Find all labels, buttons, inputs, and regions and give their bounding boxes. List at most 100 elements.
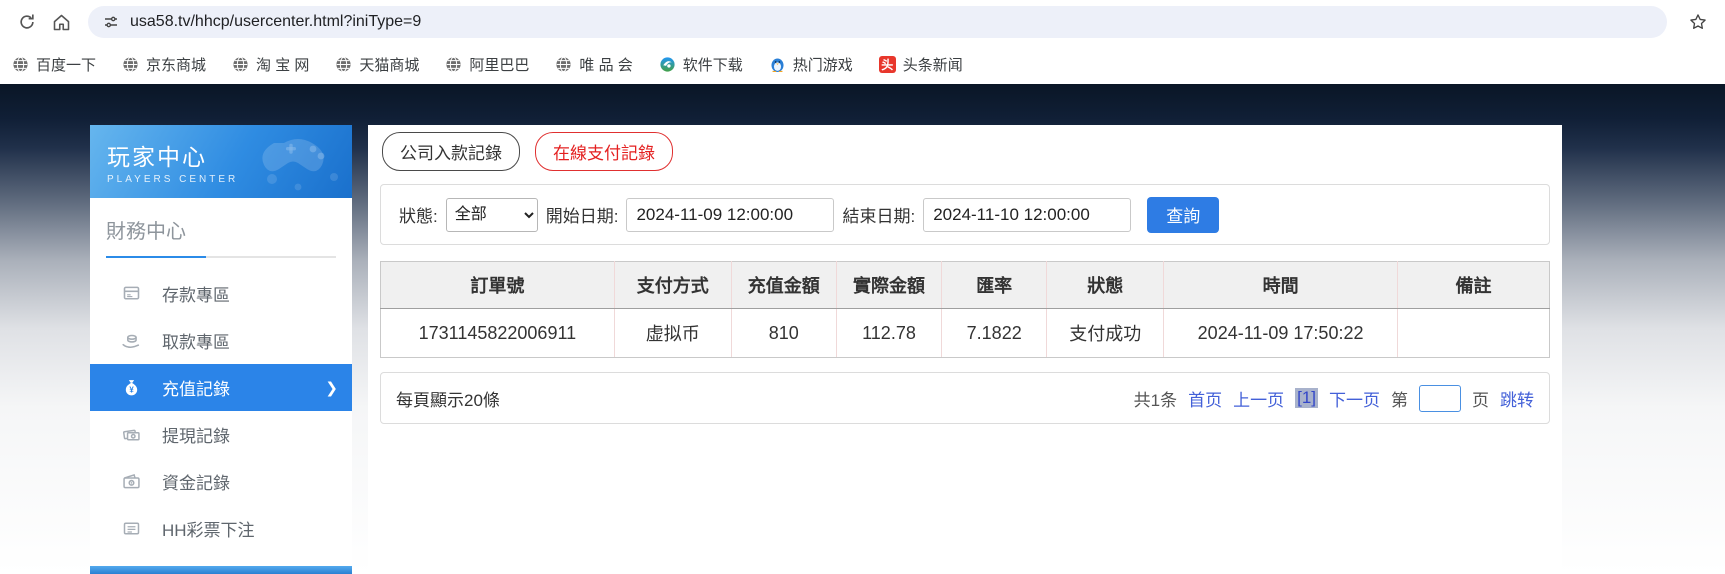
page-jump-input[interactable]	[1419, 384, 1461, 412]
records-table-head: 訂單號 支付方式 充值金額 實際金額 匯率 狀態 時間 備註	[380, 261, 1551, 309]
table-cell: 7.1822	[941, 308, 1048, 358]
table-header-row: 訂單號 支付方式 充值金額 實際金額 匯率 狀態 時間 備註	[380, 261, 1551, 309]
status-select[interactable]: 全部	[445, 197, 538, 232]
players-center-header: 玩家中心 PLAYERS CENTER	[90, 125, 352, 198]
withdraw-zone-icon	[120, 330, 142, 352]
end-date-input[interactable]	[923, 197, 1132, 232]
pagination-bar: 每頁顯示20條 共1条 首页 上一页 [1] 下一页 第 页 跳转	[380, 372, 1550, 424]
column-header: 實際金額	[835, 261, 943, 309]
page-size-text: 每頁顯示20條	[396, 390, 500, 410]
first-page-link[interactable]: 首页	[1188, 386, 1222, 411]
sidebar-item-label: 充值記錄	[162, 380, 230, 399]
recharge-record-icon: ¥	[120, 377, 142, 399]
table-cell	[1396, 308, 1551, 358]
bookmark-item[interactable]: 头头条新闻	[878, 54, 963, 75]
next-page-link[interactable]: 下一页	[1329, 386, 1380, 411]
sidebar: 玩家中心 PLAYERS CENTER 財務中心 存款專區❯取款專區❯¥充值記錄…	[90, 125, 352, 574]
bookmark-item[interactable]: 淘 宝 网	[232, 54, 309, 75]
reload-button[interactable]	[10, 5, 44, 39]
bookmark-item[interactable]: 软件下载	[659, 54, 743, 75]
sidebar-section-title: 財務中心	[106, 221, 186, 243]
bookmark-star-button[interactable]	[1681, 5, 1715, 39]
bookmarks-bar: 百度一下 京东商城 淘 宝 网 天猫商城 阿里巴巴 唯 品 会 软件下载 热门游戏 头头条新闻	[0, 44, 1725, 84]
home-button[interactable]	[44, 5, 78, 39]
status-label: 狀態:	[399, 207, 438, 226]
sidebar-divider	[106, 256, 336, 258]
chevron-right-icon: ❯	[325, 379, 338, 397]
table-row: 1731145822006911 虚拟币 810 112.78 7.1822 支付成功 20…	[380, 308, 1551, 358]
bookmark-item[interactable]: 唯 品 会	[555, 54, 633, 75]
deposit-zone-icon	[120, 283, 142, 305]
sidebar-item-label: 存款專區	[162, 286, 230, 305]
sidebar-bottom-strip	[90, 566, 352, 574]
svg-text:¥: ¥	[129, 385, 134, 394]
bookmark-item[interactable]: 百度一下	[12, 54, 96, 75]
column-header: 支付方式	[613, 261, 732, 309]
bookmark-label: 软件下载	[682, 56, 743, 74]
bookmark-item[interactable]: 京东商城	[122, 54, 206, 75]
current-page-indicator: [1]	[1295, 388, 1318, 408]
svg-text:¥: ¥	[130, 481, 133, 487]
search-button[interactable]: 查詢	[1147, 196, 1220, 233]
prev-page-link[interactable]: 上一页	[1233, 386, 1284, 411]
software-download-favicon	[659, 56, 676, 73]
start-date-label: 開始日期:	[545, 207, 619, 226]
url-bar[interactable]: usa58.tv/hhcp/usercenter.html?iniType=9	[88, 6, 1667, 38]
table-cell: 2024-11-09 17:50:22	[1163, 308, 1398, 358]
gamepad-icon	[262, 139, 338, 191]
bookmark-label: 头条新闻	[902, 56, 963, 74]
main-panel: 公司入款記錄 在線支付記錄 狀態: 全部 開始日期: 結束日期: 查詢 訂單號支…	[368, 125, 1562, 574]
column-header: 狀態	[1046, 261, 1165, 309]
url-text: usa58.tv/hhcp/usercenter.html?iniType=9	[130, 13, 422, 30]
reload-icon	[20, 14, 34, 29]
start-date-input[interactable]	[626, 197, 835, 232]
column-header: 時間	[1163, 261, 1398, 309]
bookmark-label: 京东商城	[146, 56, 207, 74]
filter-bar: 狀態: 全部 開始日期: 結束日期: 查詢	[380, 184, 1550, 245]
bookmark-label: 热门游戏	[792, 56, 853, 74]
withdrawal-record-icon	[120, 424, 142, 446]
site-privacy-icon	[105, 16, 117, 28]
sidebar-item-withdrawal-record[interactable]: 提現記錄❯	[90, 411, 352, 458]
column-header: 訂單號	[380, 261, 615, 309]
sidebar-menu: 存款專區❯取款專區❯ ¥ 充值記錄 ❯ 提現記錄❯ ¥ 資金記錄 ❯ HH彩票下注❯	[90, 270, 352, 552]
tab-company-deposit-records[interactable]: 公司入款記錄	[382, 132, 520, 171]
funds-record-icon: ¥	[120, 471, 142, 493]
records-table-body: 1731145822006911 虚拟币 810 112.78 7.1822 支付成功 20…	[380, 308, 1551, 358]
bookmark-item[interactable]: 热门游戏	[769, 54, 853, 75]
sidebar-item-deposit-zone[interactable]: 存款專區❯	[90, 270, 352, 317]
bookmark-label: 唯 品 会	[579, 56, 633, 74]
globe-favicon	[445, 56, 462, 73]
bookmark-label: 天猫商城	[359, 56, 420, 74]
sidebar-item-funds-record[interactable]: ¥資金記錄❯	[90, 458, 352, 505]
column-header: 充值金額	[730, 261, 837, 309]
globe-favicon	[555, 56, 572, 73]
table-cell: 支付成功	[1046, 308, 1165, 358]
toutiao-favicon: 头	[878, 55, 896, 73]
jump-suffix-text: 页	[1472, 390, 1489, 410]
browser-toolbar: usa58.tv/hhcp/usercenter.html?iniType=9	[0, 0, 1725, 44]
globe-favicon	[232, 56, 249, 73]
penguin-favicon	[769, 56, 786, 73]
bookmark-label: 百度一下	[36, 56, 97, 74]
end-date-label: 結束日期:	[842, 207, 916, 226]
bookmark-label: 阿里巴巴	[469, 56, 530, 74]
jump-prefix-text: 第	[1391, 390, 1408, 410]
table-cell: 虚拟币	[613, 308, 732, 358]
total-count-text: 共1条	[1133, 390, 1178, 410]
table-cell: 810	[730, 308, 837, 358]
sidebar-item-lottery-bet[interactable]: HH彩票下注❯	[90, 505, 352, 552]
table-cell: 112.78	[835, 308, 943, 358]
lottery-bet-icon	[120, 518, 142, 540]
sidebar-item-withdraw-zone[interactable]: 取款專區❯	[90, 317, 352, 364]
bookmark-label: 淘 宝 网	[256, 56, 310, 74]
jump-link[interactable]: 跳转	[1500, 386, 1534, 411]
star-icon	[1690, 14, 1706, 30]
bookmark-item[interactable]: 天猫商城	[335, 54, 419, 75]
records-table: 訂單號 支付方式 充值金額 實際金額 匯率 狀態 時間 備註 1731145822006911…	[380, 261, 1551, 358]
bookmark-item[interactable]: 阿里巴巴	[445, 54, 529, 75]
pagination-controls: 共1条 首页 上一页 [1] 下一页 第 页 跳转	[1133, 384, 1534, 412]
sidebar-item-recharge-record[interactable]: ¥ 充值記錄 ❯	[90, 364, 352, 411]
column-header: 匯率	[941, 261, 1048, 309]
tab-online-payment-records[interactable]: 在線支付記錄	[535, 132, 673, 171]
